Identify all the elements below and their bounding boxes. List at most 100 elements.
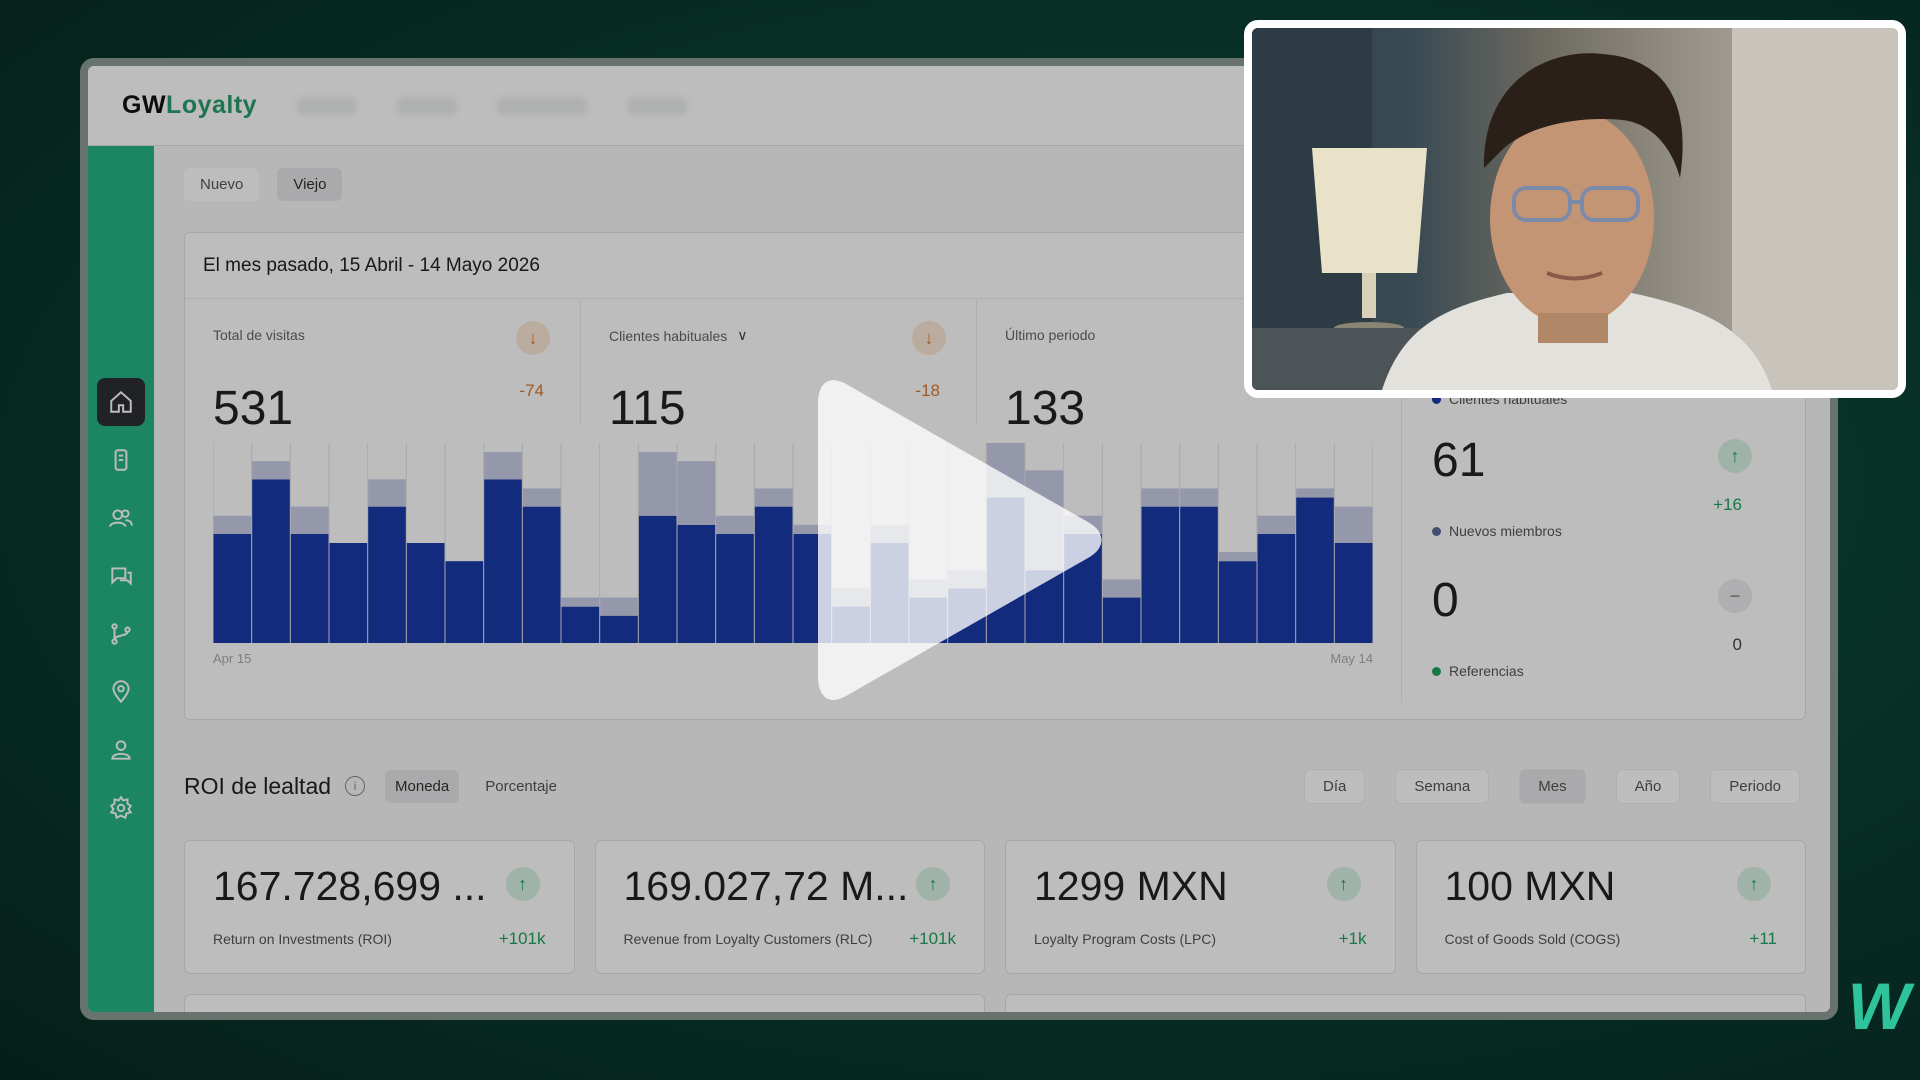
stat-label: Último periodo	[1005, 327, 1096, 343]
bar-main[interactable]	[1296, 497, 1334, 643]
bar-stack-top[interactable]	[1218, 552, 1257, 562]
bar-main[interactable]	[1102, 597, 1141, 643]
arrow-up-icon: ↑	[1718, 439, 1752, 473]
bar-stack-top[interactable]	[600, 597, 638, 616]
users-icon	[109, 509, 133, 527]
sidebar-item-location[interactable]	[97, 668, 145, 716]
sidebar-item-home[interactable]	[97, 378, 145, 426]
bar-stack-top[interactable]	[754, 488, 793, 507]
visits-chart: Apr 15 May 14	[212, 424, 1374, 683]
mode-percent[interactable]: Porcentaje	[475, 770, 567, 803]
bar-main[interactable]	[522, 506, 561, 643]
x-tick-label: Apr 15	[213, 651, 251, 666]
toggle-old[interactable]: Viejo	[277, 168, 343, 201]
card-label: Return on Investments (ROI)	[213, 931, 392, 947]
card-delta: +101k	[909, 929, 956, 948]
bar-main[interactable]	[716, 533, 754, 643]
webcam-overlay	[1244, 20, 1906, 398]
bar-stack-top[interactable]	[1141, 488, 1180, 507]
card-stub	[1005, 994, 1806, 1012]
cogs-card[interactable]: 100 MXN ↑ Cost of Goods Sold (COGS) +11	[1415, 840, 1806, 974]
bar-main[interactable]	[213, 533, 252, 643]
legend-item: Nuevos miembros	[1432, 523, 1562, 539]
bar-stack-top[interactable]	[1102, 579, 1141, 598]
bar-main[interactable]	[1257, 533, 1296, 643]
period-selector: Día Semana Mes Año Periodo	[1304, 768, 1800, 804]
roi-card[interactable]: 167.728,699 ... ↑ Return on Investments …	[184, 840, 575, 974]
bar-stack-top[interactable]	[522, 488, 561, 507]
sidebar	[88, 146, 154, 1012]
period-month[interactable]: Mes	[1519, 768, 1586, 804]
bar-stack-top[interactable]	[484, 452, 522, 480]
bar-main[interactable]	[484, 479, 522, 643]
info-icon[interactable]: i	[345, 776, 366, 796]
sidebar-item-branch[interactable]	[97, 610, 145, 658]
x-tick-label: May 14	[1330, 651, 1373, 666]
bar-main[interactable]	[445, 561, 484, 643]
period-year[interactable]: Año	[1615, 768, 1681, 804]
bar-stack-top[interactable]	[213, 515, 252, 534]
stat-value: 115	[609, 382, 686, 435]
app-logo[interactable]: GWLoyalty	[122, 91, 257, 120]
bar-main[interactable]	[290, 533, 329, 643]
card-value: 1299 MXN	[1034, 863, 1228, 909]
rlc-card[interactable]: 169.027,72 M... ↑ Revenue from Loyalty C…	[594, 840, 985, 974]
bar-stack-top[interactable]	[638, 452, 677, 516]
period-week[interactable]: Semana	[1395, 768, 1490, 804]
sidebar-item-users[interactable]	[97, 494, 145, 542]
webcam-image	[1252, 28, 1898, 390]
bar-main[interactable]	[561, 606, 600, 643]
lpc-card[interactable]: 1299 MXN ↑ Loyalty Program Costs (LPC) +…	[1005, 840, 1396, 974]
bar-main[interactable]	[329, 543, 368, 643]
bar-stack-top[interactable]	[677, 461, 716, 525]
chat-icon	[111, 567, 132, 586]
bar-main[interactable]	[754, 506, 793, 643]
minus-icon: −	[1718, 579, 1752, 613]
bar-main[interactable]	[1180, 506, 1218, 643]
bar-main[interactable]	[638, 515, 677, 643]
card-value: 169.027,72 M...	[623, 863, 909, 909]
bar-main[interactable]	[1218, 561, 1257, 643]
stat-label-dropdown[interactable]: Clientes habituales ∨	[609, 327, 748, 344]
play-button[interactable]	[818, 378, 1102, 702]
side-stat-delta: 0	[1732, 635, 1742, 654]
bar-stack-top[interactable]	[561, 597, 600, 607]
sidebar-item-chat[interactable]	[97, 552, 145, 600]
period-day[interactable]: Día	[1304, 768, 1366, 804]
home-icon	[110, 390, 132, 413]
bar-main[interactable]	[1141, 506, 1180, 643]
version-toggle: Nuevo Viejo	[184, 168, 343, 201]
mode-currency[interactable]: Moneda	[385, 769, 460, 803]
bar-main[interactable]	[600, 615, 638, 643]
side-stat-value: 0	[1432, 574, 1459, 627]
user-icon	[111, 740, 131, 760]
bar-stack-top[interactable]	[368, 479, 406, 507]
roi-title: ROI de lealtad	[184, 772, 332, 799]
roi-cards: 167.728,699 ... ↑ Return on Investments …	[184, 840, 1806, 974]
side-stats: Clientes habituales 61 ↑ +16 Nuevos miem…	[1401, 383, 1791, 703]
bar-main[interactable]	[368, 506, 406, 643]
nav-placeholder	[497, 96, 588, 115]
side-stat-new-members: 61 ↑ +16 Nuevos miembros	[1432, 433, 1772, 573]
bar-stack-top[interactable]	[1180, 488, 1218, 507]
bar-main[interactable]	[1334, 543, 1373, 643]
sidebar-item-user[interactable]	[97, 726, 145, 774]
sidebar-item-settings[interactable]	[97, 784, 145, 832]
bar-stack-top[interactable]	[1334, 506, 1373, 543]
arrow-up-icon: ↑	[505, 867, 540, 901]
bar-stack-top[interactable]	[1257, 515, 1296, 534]
toggle-new[interactable]: Nuevo	[184, 168, 260, 201]
bar-stack-top[interactable]	[252, 461, 290, 480]
gear-icon	[109, 795, 133, 820]
bar-main[interactable]	[252, 479, 290, 643]
bar-main[interactable]	[677, 524, 716, 643]
sidebar-item-device[interactable]	[97, 436, 145, 484]
period-custom[interactable]: Periodo	[1710, 768, 1800, 804]
card-stub	[184, 994, 985, 1012]
side-stat-referrals: 0 − 0 Referencias	[1432, 573, 1772, 713]
bar-main[interactable]	[406, 543, 445, 643]
side-stat-value: 61	[1432, 434, 1486, 487]
bar-stack-top[interactable]	[1296, 488, 1334, 498]
bar-stack-top[interactable]	[290, 506, 329, 534]
bar-stack-top[interactable]	[716, 515, 754, 534]
